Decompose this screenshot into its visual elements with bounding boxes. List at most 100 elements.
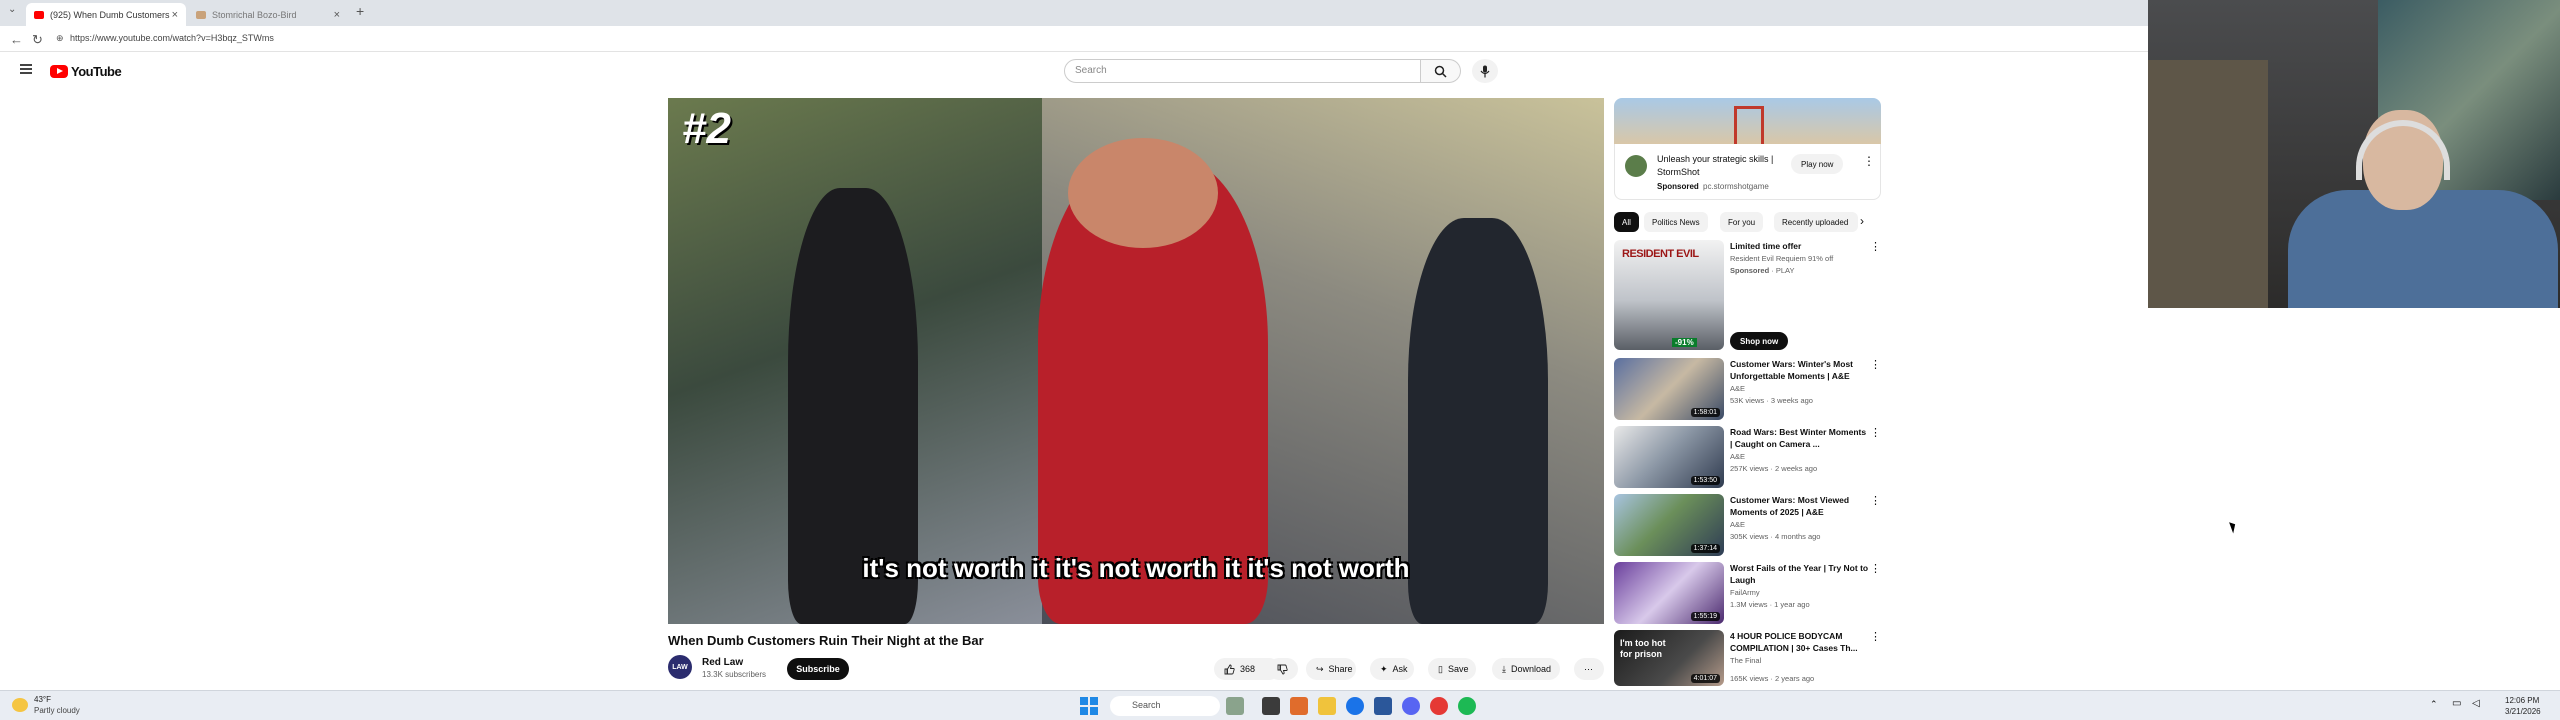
promo-sponsored-label: Sponsored [1730, 266, 1770, 275]
network-icon[interactable]: ▭ [2452, 698, 2461, 709]
chrome-icon[interactable] [1430, 697, 1448, 715]
store-icon[interactable] [1374, 697, 1392, 715]
more-vertical-icon[interactable]: ⋮ [1870, 426, 1881, 439]
widget-icon[interactable] [1226, 697, 1244, 715]
spotify-icon[interactable] [1458, 697, 1476, 715]
promo-discount-badge: -91% [1672, 338, 1697, 347]
voice-search-button[interactable] [1472, 59, 1498, 83]
save-label: Save [1447, 664, 1469, 674]
ad-card[interactable]: Unleash your strategic skills | StormSho… [1614, 144, 1881, 200]
chip-all[interactable]: All [1614, 212, 1639, 232]
play-now-button[interactable]: Play now [1791, 154, 1844, 174]
video-meta: 305K views · 4 months ago [1730, 532, 1821, 541]
url-field[interactable]: https://www.youtube.com/watch?v=H3bqz_ST… [70, 33, 274, 43]
video-thumbnail[interactable]: 1:58:01 [1614, 358, 1724, 420]
address-bar: ← ↻ ⊕ https://www.youtube.com/watch?v=H3… [0, 26, 2148, 52]
close-tab-icon[interactable]: × [172, 9, 178, 21]
weather-temperature[interactable]: 43°F [34, 695, 51, 704]
video-thumbnail[interactable]: I'm too hot for prison 4:01:07 [1614, 630, 1724, 686]
channel-avatar[interactable]: LAW [668, 655, 692, 679]
ad-banner-image[interactable] [1614, 98, 1881, 144]
youtube-logo-text: YouTube [71, 64, 122, 79]
discord-icon[interactable] [1402, 697, 1420, 715]
video-title[interactable]: Customer Wars: Winter's Most Unforgettab… [1730, 358, 1870, 382]
close-tab-icon[interactable]: × [334, 9, 340, 21]
file-explorer-icon[interactable] [1318, 697, 1336, 715]
dislike-button[interactable] [1268, 658, 1298, 680]
volume-icon[interactable]: ◁ [2472, 698, 2480, 709]
start-menu-icon[interactable] [1080, 697, 1098, 715]
video-thumbnail[interactable]: 1:37:14 [1614, 494, 1724, 556]
download-button[interactable]: ⤓ Download [1492, 658, 1560, 680]
menu-icon[interactable] [20, 64, 32, 74]
tray-expand-icon[interactable]: ⌃ [2430, 699, 2438, 710]
list-item[interactable]: 1:53:50 Road Wars: Best Winter Moments |… [1614, 426, 1881, 490]
tab-second[interactable]: Stomrichal Bozo-Bird × [188, 3, 348, 26]
promo-card[interactable]: RESIDENT EVIL -91% Limited time offer Re… [1614, 240, 1881, 352]
list-item[interactable]: 1:55:19 Worst Fails of the Year | Try No… [1614, 562, 1881, 626]
search-button[interactable] [1421, 59, 1461, 83]
reload-icon[interactable]: ↻ [32, 32, 43, 48]
video-title[interactable]: 4 HOUR POLICE BODYCAM COMPILATION | 30+ … [1730, 630, 1870, 654]
ad-title[interactable]: Unleash your strategic skills | StormSho… [1657, 153, 1777, 179]
more-vertical-icon[interactable]: ⋮ [1870, 562, 1881, 575]
tab-list-icon[interactable]: ⌄ [8, 4, 16, 15]
more-vertical-icon[interactable]: ⋮ [1870, 358, 1881, 371]
video-figure [1068, 138, 1218, 248]
video-title[interactable]: Worst Fails of the Year | Try Not to Lau… [1730, 562, 1870, 586]
more-vertical-icon[interactable]: ⋮ [1870, 494, 1881, 507]
list-item[interactable]: 1:37:14 Customer Wars: Most Viewed Momen… [1614, 494, 1881, 558]
video-thumb-text: I'm too hot for prison [1620, 638, 1666, 659]
video-thumbnail[interactable]: 1:53:50 [1614, 426, 1724, 488]
promo-store: PLAY [1775, 266, 1795, 275]
video-duration: 4:01:07 [1690, 674, 1720, 683]
video-channel[interactable]: A&E [1730, 520, 1745, 529]
subscribe-button[interactable]: Subscribe [787, 658, 849, 680]
video-channel[interactable]: The Final [1730, 656, 1761, 665]
weather-description[interactable]: Partly cloudy [34, 706, 80, 715]
promo-thumbnail[interactable]: RESIDENT EVIL -91% [1614, 240, 1724, 350]
video-thumbnail[interactable]: 1:55:19 [1614, 562, 1724, 624]
video-player[interactable]: #2 it's not worth it it's not worth it i… [668, 98, 1604, 624]
youtube-logo[interactable]: YouTube [50, 64, 122, 79]
share-button[interactable]: ↪ Share [1306, 658, 1356, 680]
list-item[interactable]: I'm too hot for prison 4:01:07 4 HOUR PO… [1614, 630, 1881, 686]
task-view-icon[interactable] [1262, 697, 1280, 715]
site-info-icon[interactable]: ⊕ [56, 33, 64, 44]
list-item[interactable]: 1:58:01 Customer Wars: Winter's Most Unf… [1614, 358, 1881, 422]
edge-browser-icon[interactable] [1346, 697, 1364, 715]
taskbar-search-input[interactable]: Search [1110, 696, 1220, 716]
ask-button[interactable]: ✦ Ask [1370, 658, 1414, 680]
video-channel[interactable]: FailArmy [1730, 588, 1760, 597]
chevron-right-icon[interactable]: › [1860, 214, 1864, 228]
more-vertical-icon[interactable]: ⋮ [1870, 630, 1881, 643]
office-icon[interactable] [1290, 697, 1308, 715]
chip-for-you[interactable]: For you [1720, 212, 1764, 232]
video-title[interactable]: Customer Wars: Most Viewed Moments of 20… [1730, 494, 1870, 518]
tab-youtube[interactable]: (925) When Dumb Customers × [26, 3, 186, 26]
video-title[interactable]: Road Wars: Best Winter Moments | Caught … [1730, 426, 1870, 450]
back-icon[interactable]: ← [10, 32, 23, 47]
shop-now-button[interactable]: Shop now [1730, 332, 1789, 350]
promo-title[interactable]: Limited time offer [1730, 240, 1870, 252]
share-label: Share [1328, 664, 1353, 674]
weather-icon[interactable] [12, 698, 28, 712]
chip-politics-news[interactable]: Politics News [1644, 212, 1708, 232]
promo-sponsored: Sponsored · PLAY [1730, 266, 1795, 275]
clock-time[interactable]: 12:06 PM [2505, 696, 2539, 705]
more-vertical-icon[interactable]: ⋮ [1863, 154, 1875, 168]
new-tab-icon[interactable]: + [356, 3, 364, 19]
video-channel[interactable]: A&E [1730, 452, 1745, 461]
search-input[interactable]: Search [1064, 59, 1421, 83]
chip-recently-uploaded[interactable]: Recently uploaded [1774, 212, 1858, 232]
more-actions-button[interactable]: ⋯ [1574, 658, 1604, 680]
channel-name[interactable]: Red Law [702, 657, 743, 668]
tab-label: Stomrichal Bozo-Bird [212, 9, 297, 20]
save-button[interactable]: ▯ Save [1428, 658, 1476, 680]
video-title: When Dumb Customers Ruin Their Night at … [668, 633, 984, 648]
clock-date[interactable]: 3/21/2026 [2505, 707, 2541, 716]
mouse-cursor-icon [2229, 520, 2238, 534]
more-vertical-icon[interactable]: ⋮ [1870, 240, 1881, 253]
thumbs-up-icon [1224, 664, 1235, 674]
video-channel[interactable]: A&E [1730, 384, 1745, 393]
